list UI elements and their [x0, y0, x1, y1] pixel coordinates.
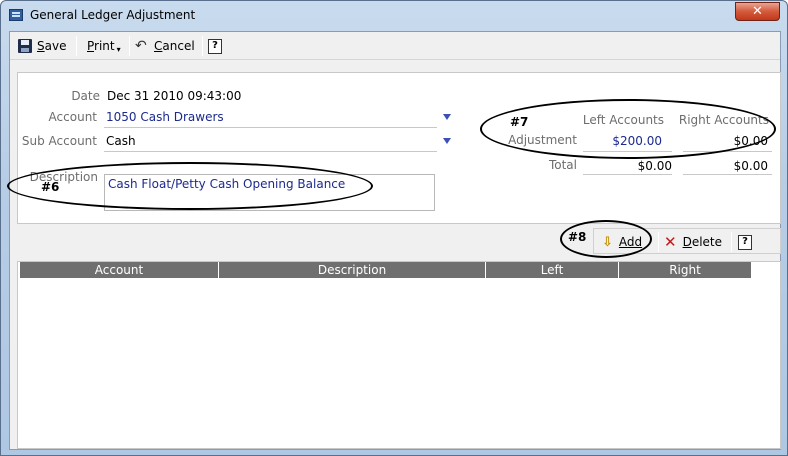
close-button[interactable]: ✕ — [735, 2, 780, 21]
grid-header: Account Description Left Right — [20, 262, 752, 278]
grid-toolbar-separator — [731, 232, 732, 252]
column-header-right[interactable]: Right — [619, 262, 752, 278]
total-right-underline — [683, 174, 772, 175]
undo-icon: ↶ — [135, 38, 147, 54]
adjustment-grid[interactable]: Account Description Left Right — [17, 261, 781, 449]
chevron-down-icon: ▾ — [116, 44, 121, 54]
print-label: Print — [87, 39, 115, 53]
adjustment-right-underline — [683, 151, 772, 152]
description-field[interactable]: Cash Float/Petty Cash Opening Balance — [104, 174, 435, 211]
adjustment-right-field[interactable]: $0.00 — [680, 134, 768, 148]
account-select[interactable]: 1050 Cash Drawers — [106, 110, 224, 124]
grid-toolbar: ⇩ Add ✕ Delete ? — [593, 228, 781, 254]
adjustment-left-underline — [583, 151, 672, 152]
header-form: Date Dec 31 2010 09:43:00 Account 1050 C… — [17, 72, 781, 224]
toolbar-separator — [76, 36, 77, 56]
cancel-label: Cancel — [154, 39, 195, 53]
total-right-value: $0.00 — [733, 159, 768, 173]
app-icon — [9, 9, 23, 21]
save-label: Save — [37, 39, 67, 53]
grid-toolbar-separator — [658, 232, 659, 252]
add-label: Add — [618, 235, 643, 249]
save-icon — [18, 39, 32, 53]
client-area: Save Print ▾ ↶ Cancel ? Date Dec 31 2010… — [9, 31, 781, 450]
print-button[interactable]: Print ▾ — [87, 36, 121, 56]
column-header-left[interactable]: Left — [486, 262, 619, 278]
date-label: Date — [71, 89, 100, 103]
right-accounts-header: Right Accounts — [678, 113, 769, 127]
adjustment-label: Adjustment — [508, 133, 577, 147]
toolbar: Save Print ▾ ↶ Cancel ? — [10, 32, 780, 60]
window-title: General Ledger Adjustment — [30, 8, 196, 22]
toolbar-separator — [202, 36, 203, 56]
adjustment-left-field[interactable]: $200.00 — [574, 134, 662, 148]
date-value: Dec 31 2010 09:43:00 — [107, 89, 242, 103]
save-button[interactable]: Save — [18, 36, 66, 56]
column-header-description[interactable]: Description — [219, 262, 486, 278]
delete-button[interactable]: ✕ Delete — [664, 233, 722, 251]
chevron-down-icon[interactable] — [443, 138, 451, 144]
help-button[interactable]: ? — [208, 36, 227, 56]
total-left-value: $0.00 — [637, 159, 672, 173]
arrow-down-icon: ⇩ — [602, 234, 613, 250]
column-header-account[interactable]: Account — [20, 262, 219, 278]
chevron-down-icon[interactable] — [443, 114, 451, 120]
account-label: Account — [48, 110, 97, 124]
total-left-underline — [583, 174, 672, 175]
left-accounts-header: Left Accounts — [582, 113, 664, 127]
add-button[interactable]: ⇩ Add — [602, 233, 642, 251]
help-icon: ? — [738, 234, 752, 250]
cancel-button[interactable]: ↶ Cancel — [135, 36, 195, 56]
subaccount-select[interactable]: Cash — [106, 134, 136, 148]
help-icon: ? — [208, 38, 222, 54]
delete-label: Delete — [682, 235, 723, 249]
total-label: Total — [548, 158, 577, 172]
account-underline — [104, 127, 437, 128]
subaccount-underline — [104, 151, 437, 152]
toolbar-separator — [129, 36, 130, 56]
window: General Ledger Adjustment ✕ Save Print ▾… — [0, 0, 788, 456]
annotation-7: #7 — [510, 115, 529, 129]
subaccount-label: Sub Account — [21, 134, 97, 148]
delete-x-icon: ✕ — [664, 233, 677, 251]
annotation-8: #8 — [568, 230, 587, 244]
title-bar: General Ledger Adjustment ✕ — [1, 1, 787, 29]
annotation-6: #6 — [41, 180, 60, 194]
grid-help-button[interactable]: ? — [738, 233, 757, 251]
save-label-rest: ave — [44, 39, 67, 53]
